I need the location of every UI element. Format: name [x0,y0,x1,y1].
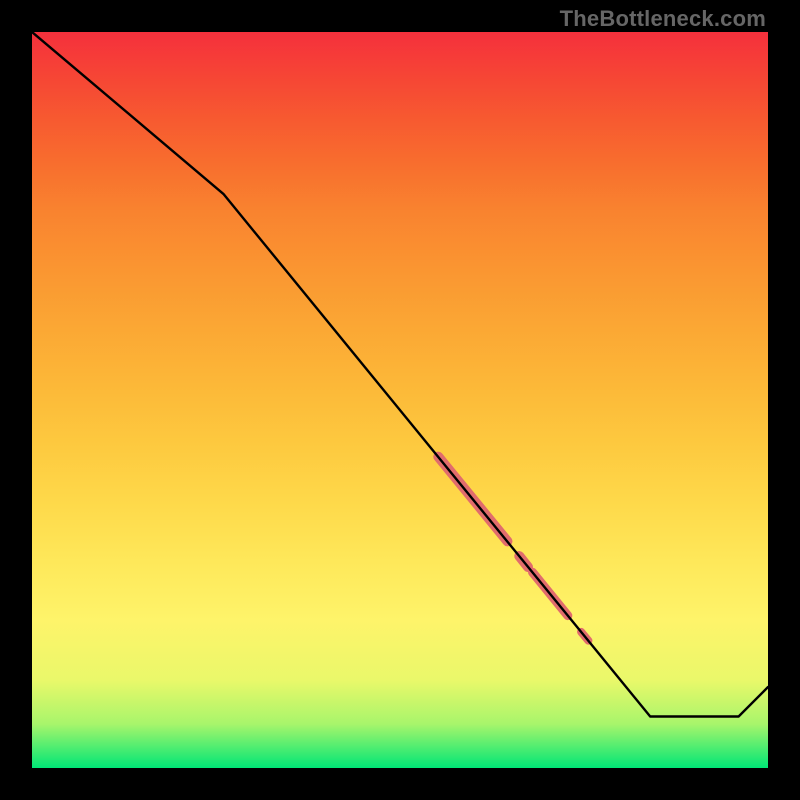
attribution-label: TheBottleneck.com [560,6,766,32]
plot-area [32,32,768,768]
bottleneck-curve [32,32,768,717]
chart-stage: TheBottleneck.com [0,0,800,800]
curve-svg [32,32,768,768]
